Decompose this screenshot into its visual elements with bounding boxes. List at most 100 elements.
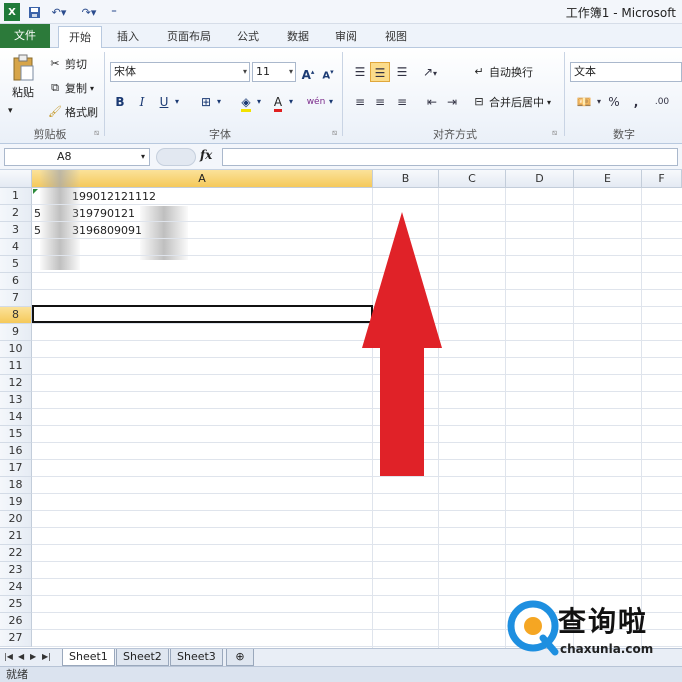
increase-decimal-button[interactable]: .00 [652,92,672,112]
redo-icon[interactable]: ↷▾ [78,3,100,21]
font-color-dropdown-icon[interactable]: ▾ [286,92,296,112]
insert-function-icon[interactable]: fx [200,148,212,162]
row-header-15[interactable]: 15 [0,426,32,443]
tab-page-layout[interactable]: 页面布局 [158,26,220,48]
phonetic-dropdown-icon[interactable]: ▾ [326,92,336,112]
italic-button[interactable]: I [132,92,152,112]
phonetic-button[interactable]: wén [306,92,326,112]
insert-sheet-button[interactable]: ⊕ [226,649,254,666]
row-header-2[interactable]: 2 [0,205,32,222]
tab-file[interactable]: 文件 [0,24,50,48]
increase-indent-button[interactable]: ⇥ [442,92,462,112]
underline-button[interactable]: U [154,92,174,112]
accounting-format-button[interactable]: 💴 [572,92,596,112]
border-dropdown-icon[interactable]: ▾ [214,92,224,112]
sheet-tab-1[interactable]: Sheet1 [62,649,115,666]
tab-formulas[interactable]: 公式 [228,26,268,48]
row-header-16[interactable]: 16 [0,443,32,460]
cut-button[interactable]: ✂ 剪切 [48,56,87,72]
font-color-button[interactable]: A [268,92,288,112]
column-header-b[interactable]: B [373,170,439,188]
last-sheet-icon[interactable]: ▶| [42,652,51,661]
row-header-27[interactable]: 27 [0,630,32,647]
prev-sheet-icon[interactable]: ◀ [18,652,24,661]
row-header-1[interactable]: 1 [0,188,32,205]
next-sheet-icon[interactable]: ▶ [30,652,36,661]
align-left-button[interactable]: ≡ [350,92,370,112]
row-header-26[interactable]: 26 [0,613,32,630]
row-header-9[interactable]: 9 [0,324,32,341]
cell-a1[interactable]: 199012121112 [72,190,156,203]
cell-a2[interactable]: 319790121 [72,207,135,220]
grow-font-button[interactable]: A▴ [298,62,318,82]
row-header-20[interactable]: 20 [0,511,32,528]
border-button[interactable]: ⊞ [196,92,216,112]
column-header-e[interactable]: E [574,170,642,188]
row-header-13[interactable]: 13 [0,392,32,409]
align-right-button[interactable]: ≡ [392,92,412,112]
tab-data[interactable]: 数据 [278,26,318,48]
row-header-24[interactable]: 24 [0,579,32,596]
formula-input[interactable] [222,148,678,166]
number-format-combo[interactable]: 文本 [570,62,682,82]
row-header-25[interactable]: 25 [0,596,32,613]
select-all-corner[interactable] [0,170,32,188]
row-header-19[interactable]: 19 [0,494,32,511]
align-center-button[interactable]: ≡ [370,92,390,112]
row-header-4[interactable]: 4 [0,239,32,256]
align-bottom-button[interactable]: ☰ [392,62,412,82]
spreadsheet-grid[interactable]: A B C D E F 199012121112 319790121 31968… [0,170,682,648]
merge-center-button[interactable]: ⊟ 合并后居中 ▾ [472,94,551,110]
row-header-23[interactable]: 23 [0,562,32,579]
column-header-d[interactable]: D [506,170,574,188]
tab-home[interactable]: 开始 [58,26,102,49]
row-header-8[interactable]: 8 [0,307,32,324]
row-header-14[interactable]: 14 [0,409,32,426]
format-painter-button[interactable]: 🖌 格式刷 [48,104,98,120]
tab-review[interactable]: 审阅 [326,26,366,48]
font-launcher-icon[interactable]: ⧅ [332,128,337,138]
font-size-combo[interactable]: 11 ▾ [252,62,296,82]
row-header-11[interactable]: 11 [0,358,32,375]
copy-button[interactable]: ⧉ 复制 ▾ [48,80,94,96]
name-box[interactable]: A8 ▾ [4,148,150,166]
undo-icon[interactable]: ↶▾ [48,3,70,21]
alignment-launcher-icon[interactable]: ⧅ [552,128,557,138]
underline-dropdown-icon[interactable]: ▾ [172,92,182,112]
paste-dropdown-icon[interactable]: ▾ [8,106,13,116]
fill-color-button[interactable]: ◈ [236,92,256,112]
row-header-5[interactable]: 5 [0,256,32,273]
row-header-3[interactable]: 3 [0,222,32,239]
comma-button[interactable]: , [626,92,646,112]
align-middle-button[interactable]: ☰ [370,62,390,82]
sheet-tab-3[interactable]: Sheet3 [170,649,223,666]
bold-button[interactable]: B [110,92,130,112]
column-header-f[interactable]: F [642,170,682,188]
row-header-22[interactable]: 22 [0,545,32,562]
column-header-a[interactable]: A [32,170,373,188]
row-header-21[interactable]: 21 [0,528,32,545]
row-header-17[interactable]: 17 [0,460,32,477]
row-header-12[interactable]: 12 [0,375,32,392]
percent-button[interactable]: % [604,92,624,112]
row-header-18[interactable]: 18 [0,477,32,494]
row-header-6[interactable]: 6 [0,273,32,290]
cell-a3[interactable]: 3196809091 [72,224,142,237]
tab-view[interactable]: 视图 [376,26,416,48]
row-header-7[interactable]: 7 [0,290,32,307]
column-header-c[interactable]: C [439,170,506,188]
font-name-combo[interactable]: 宋体 ▾ [110,62,250,82]
save-icon[interactable] [26,3,42,21]
first-sheet-icon[interactable]: |◀ [4,652,13,661]
accounting-dropdown-icon[interactable]: ▾ [594,92,604,112]
clipboard-launcher-icon[interactable]: ⧅ [94,128,99,138]
excel-logo-icon[interactable]: X [4,3,20,21]
decrease-indent-button[interactable]: ⇤ [422,92,442,112]
sheet-tab-2[interactable]: Sheet2 [116,649,169,666]
wrap-text-button[interactable]: ↵ 自动换行 [472,64,533,80]
row-header-10[interactable]: 10 [0,341,32,358]
active-cell-a8[interactable] [32,305,373,323]
shrink-font-button[interactable]: A▾ [318,62,338,82]
formula-bar-grip[interactable] [156,148,196,166]
align-top-button[interactable]: ☰ [350,62,370,82]
